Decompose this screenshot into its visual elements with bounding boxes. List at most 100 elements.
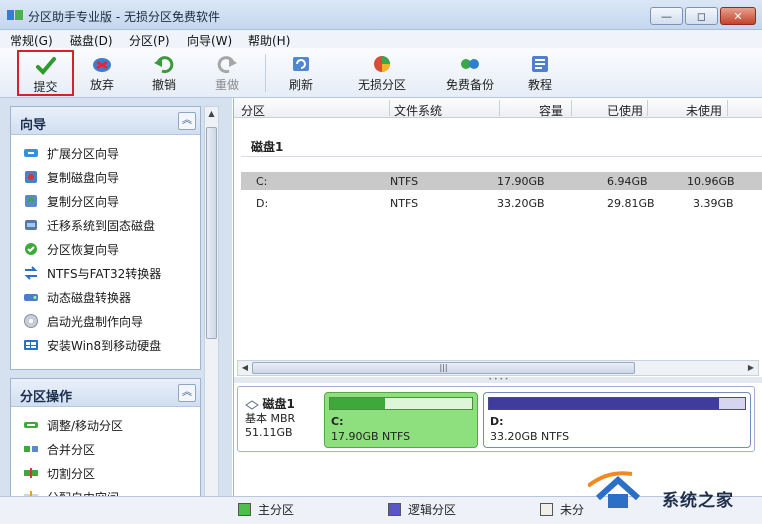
watermark-text: 系统之家 [662,491,734,511]
wizard-item-boot-cd[interactable]: 启动光盘制作向导 [23,311,143,331]
undo-button[interactable]: 撤销 [146,50,182,96]
table-hscroll-thumb[interactable]: ||| [252,362,635,374]
legend-unallocated: 未分 [540,501,584,518]
disk-map-size: 51.11GB [245,426,293,439]
dynamic-disk-icon [24,294,38,301]
table-hscrollbar[interactable]: ◀ ||| ▶ [237,360,759,376]
discard-button[interactable]: 放弃 [84,50,120,96]
free-backup-button[interactable]: 免费备份 [442,50,498,96]
menu-disk[interactable]: 磁盘(D) [70,32,113,49]
close-icon: ✕ [733,9,743,23]
check-icon [35,57,56,75]
wizard-panel-title: 向导 [20,118,47,133]
partition-ops-panel: 分区操作 ︽ 调整/移动分区 合并分区 切割分区 分配自由空间 [10,378,201,512]
col-filesystem[interactable]: 文件系统 [394,102,442,119]
disk-divider [241,156,762,157]
wizard-panel: 向导 ︽ 扩展分区向导 复制磁盘向导 复制分区向导 迁移系统到固态磁盘 分区恢复… [10,106,201,370]
wizard-item-copy-disk[interactable]: 复制磁盘向导 [23,167,119,187]
split-icon [24,468,38,478]
left-scroll-thumb[interactable] [206,127,217,339]
maximize-icon: ◻ [696,9,707,23]
disk-icon [245,400,259,410]
partition-ops-header: 分区操作 ︽ [11,379,200,407]
usage-fill-c [330,398,386,409]
menu-general[interactable]: 常规(G) [10,32,53,49]
right-pane: 分区 文件系统 容量 已使用 未使用 磁盘1 C: NTFS 17.90GB 6… [233,98,762,514]
wizard-item-ntfs-fat32[interactable]: NTFS与FAT32转换器 [23,263,161,283]
resize-icon [24,422,38,428]
pane-splitter[interactable]: • • • • [234,377,762,383]
partition-icon [374,56,390,72]
table-row[interactable]: C: NTFS 17.90GB 6.94GB 10.96GB [241,172,762,190]
window-title: 分区助手专业版 - 无损分区免费软件 [28,10,220,24]
boot-cd-icon [24,314,38,328]
discard-icon [93,58,111,72]
redo-button[interactable]: 重做 [209,50,245,96]
op-item-merge[interactable]: 合并分区 [23,439,95,459]
menu-bar: 常规(G) 磁盘(D) 分区(P) 向导(W) 帮助(H) [0,30,762,48]
house-logo-icon [588,471,641,508]
scroll-right-arrow-icon[interactable]: ▶ [744,361,758,375]
partition-block-c[interactable]: C: 17.90GB NTFS [324,392,478,448]
submit-button[interactable]: 提交 [17,50,74,96]
tutorial-button[interactable]: 教程 [522,50,558,96]
menu-partition[interactable]: 分区(P) [129,32,170,49]
legend-swatch-logical [388,503,401,516]
wizard-item-partition-recovery[interactable]: 分区恢复向导 [23,239,119,259]
refresh-icon [293,57,309,71]
lossless-partition-button[interactable]: 无损分区 [354,50,410,96]
disk-map: 磁盘1 基本 MBR 51.11GB C: 17.90GB NTFS D: 33… [237,386,755,452]
left-pane-scrollbar[interactable]: ▲ ▼ [204,106,219,512]
wizard-item-copy-partition[interactable]: 复制分区向导 [23,191,119,211]
win8-usb-icon [24,340,38,350]
redo-icon [217,56,237,74]
wizard-item-win8-usb[interactable]: 安装Win8到移动硬盘 [23,335,161,355]
menu-help[interactable]: 帮助(H) [248,32,290,49]
close-button[interactable]: ✕ [720,7,756,25]
disk-map-info[interactable]: 磁盘1 基本 MBR 51.11GB [245,397,295,440]
partition-ops-title: 分区操作 [20,390,73,405]
app-logo-icon [7,10,23,20]
disk-map-name: 磁盘1 [262,397,295,411]
migrate-ssd-icon [25,220,37,230]
disk-map-type: 基本 MBR [245,412,296,425]
wizard-item-migrate-ssd[interactable]: 迁移系统到固态磁盘 [23,215,155,235]
merge-icon [24,446,38,452]
refresh-button[interactable]: 刷新 [283,50,319,96]
toolbar-separator [265,54,266,92]
partition-usage-bar-d [488,397,746,410]
col-partition[interactable]: 分区 [241,102,265,119]
col-capacity[interactable]: 容量 [539,102,563,119]
backup-icon [461,59,479,69]
partition-usage-bar-c [329,397,473,410]
maximize-button[interactable]: ◻ [685,7,718,25]
col-used[interactable]: 已使用 [607,102,643,119]
tutorial-icon [532,56,548,72]
legend-logical: 逻辑分区 [388,501,456,518]
toolbar: 提交 放弃 撤销 重做 刷新 无损分区 免费备份 教程 [0,48,762,98]
legend-swatch-unallocated [540,503,553,516]
op-item-resize[interactable]: 调整/移动分区 [23,415,123,435]
usage-fill-d [489,398,720,409]
collapse-wizard-button[interactable]: ︽ [178,112,196,130]
partition-block-d[interactable]: D: 33.20GB NTFS [483,392,751,448]
copy-disk-icon [25,171,37,183]
col-free[interactable]: 未使用 [686,102,722,119]
disk-label: 磁盘1 [251,140,284,154]
wizard-panel-header: 向导 ︽ [11,107,200,135]
op-item-split[interactable]: 切割分区 [23,463,95,483]
watermark-logo: 系统之家 [588,468,762,514]
left-pane: 向导 ︽ 扩展分区向导 复制磁盘向导 复制分区向导 迁移系统到固态磁盘 分区恢复… [0,98,232,514]
collapse-partition-ops-button[interactable]: ︽ [178,384,196,402]
wizard-item-extend[interactable]: 扩展分区向导 [23,143,119,163]
convert-icon [24,266,38,280]
legend-primary: 主分区 [238,501,294,518]
scroll-left-arrow-icon[interactable]: ◀ [238,361,252,375]
wizard-item-dynamic-disk[interactable]: 动态磁盘转换器 [23,287,131,307]
menu-wizard[interactable]: 向导(W) [187,32,232,49]
table-row[interactable]: D: NTFS 33.20GB 29.81GB 3.39GB [241,194,762,212]
scroll-up-arrow-icon[interactable]: ▲ [205,107,218,121]
copy-partition-icon [25,195,37,207]
minimize-button[interactable]: — [650,7,683,25]
table-header: 分区 文件系统 容量 已使用 未使用 [234,98,762,118]
